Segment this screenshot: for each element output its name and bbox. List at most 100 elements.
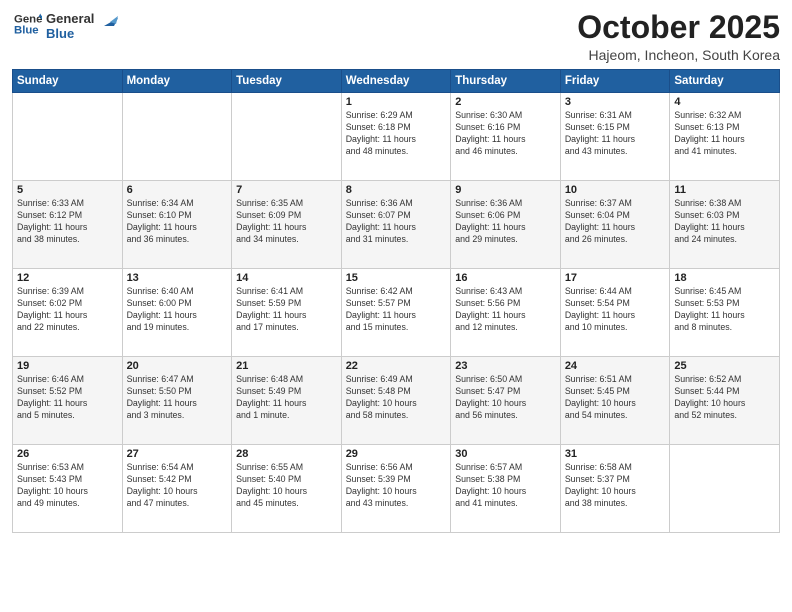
logo-general-text: General [46, 12, 94, 27]
day-cell: 12 Sunrise: 6:39 AM Sunset: 6:02 PM Dayli… [13, 269, 123, 357]
day-info: Sunrise: 6:39 AM Sunset: 6:02 PM Dayligh… [17, 286, 118, 334]
day-info: Sunrise: 6:32 AM Sunset: 6:13 PM Dayligh… [674, 110, 775, 158]
logo-icon: General Blue [14, 10, 42, 38]
day-info: Sunrise: 6:40 AM Sunset: 6:00 PM Dayligh… [127, 286, 228, 334]
day-cell [232, 93, 342, 181]
calendar-subtitle: Hajeom, Incheon, South Korea [577, 47, 780, 63]
day-cell: 13 Sunrise: 6:40 AM Sunset: 6:00 PM Dayli… [122, 269, 232, 357]
day-info: Sunrise: 6:46 AM Sunset: 5:52 PM Dayligh… [17, 374, 118, 422]
day-info: Sunrise: 6:43 AM Sunset: 5:56 PM Dayligh… [455, 286, 556, 334]
day-cell: 31 Sunrise: 6:58 AM Sunset: 5:37 PM Dayli… [560, 445, 670, 533]
day-number: 13 [127, 272, 228, 284]
day-number: 30 [455, 448, 556, 460]
day-cell: 22 Sunrise: 6:49 AM Sunset: 5:48 PM Dayli… [341, 357, 451, 445]
day-info: Sunrise: 6:33 AM Sunset: 6:12 PM Dayligh… [17, 198, 118, 246]
day-number: 24 [565, 360, 666, 372]
header-cell-friday: Friday [560, 70, 670, 93]
day-cell: 15 Sunrise: 6:42 AM Sunset: 5:57 PM Dayli… [341, 269, 451, 357]
day-cell: 21Sunrise: 6:48 AM Sunset: 5:49 PM Dayli… [232, 357, 342, 445]
day-info: Sunrise: 6:49 AM Sunset: 5:48 PM Dayligh… [346, 374, 447, 422]
header-cell-tuesday: Tuesday [232, 70, 342, 93]
day-info: Sunrise: 6:51 AM Sunset: 5:45 PM Dayligh… [565, 374, 666, 422]
day-info: Sunrise: 6:34 AM Sunset: 6:10 PM Dayligh… [127, 198, 228, 246]
day-info: Sunrise: 6:31 AM Sunset: 6:15 PM Dayligh… [565, 110, 666, 158]
day-info: Sunrise: 6:45 AM Sunset: 5:53 PM Dayligh… [674, 286, 775, 334]
day-number: 9 [455, 184, 556, 196]
day-number: 2 [455, 96, 556, 108]
day-number: 15 [346, 272, 447, 284]
day-number: 22 [346, 360, 447, 372]
day-cell: 7Sunrise: 6:35 AM Sunset: 6:09 PM Daylig… [232, 181, 342, 269]
week-row-4: 19 Sunrise: 6:46 AM Sunset: 5:52 PM Dayli… [13, 357, 780, 445]
day-info: Sunrise: 6:50 AM Sunset: 5:47 PM Dayligh… [455, 374, 556, 422]
day-cell: 11 Sunrise: 6:38 AM Sunset: 6:03 PM Dayli… [670, 181, 780, 269]
day-info: Sunrise: 6:36 AM Sunset: 6:06 PM Dayligh… [455, 198, 556, 246]
day-number: 12 [17, 272, 118, 284]
day-cell: 8Sunrise: 6:36 AM Sunset: 6:07 PM Daylig… [341, 181, 451, 269]
day-cell: 26 Sunrise: 6:53 AM Sunset: 5:43 PM Dayli… [13, 445, 123, 533]
header-cell-saturday: Saturday [670, 70, 780, 93]
day-cell: 27 Sunrise: 6:54 AM Sunset: 5:42 PM Dayli… [122, 445, 232, 533]
calendar-title: October 2025 [577, 10, 780, 45]
header-row: SundayMondayTuesdayWednesdayThursdayFrid… [13, 70, 780, 93]
day-number: 20 [127, 360, 228, 372]
day-cell [122, 93, 232, 181]
day-info: Sunrise: 6:29 AM Sunset: 6:18 PM Dayligh… [346, 110, 447, 158]
day-info: Sunrise: 6:36 AM Sunset: 6:07 PM Dayligh… [346, 198, 447, 246]
day-number: 14 [236, 272, 337, 284]
day-info: Sunrise: 6:55 AM Sunset: 5:40 PM Dayligh… [236, 462, 337, 510]
week-row-2: 5 Sunrise: 6:33 AM Sunset: 6:12 PM Daylig… [13, 181, 780, 269]
day-number: 26 [17, 448, 118, 460]
day-cell: 20Sunrise: 6:47 AM Sunset: 5:50 PM Dayli… [122, 357, 232, 445]
calendar-table: SundayMondayTuesdayWednesdayThursdayFrid… [12, 69, 780, 533]
day-info: Sunrise: 6:35 AM Sunset: 6:09 PM Dayligh… [236, 198, 337, 246]
header-cell-monday: Monday [122, 70, 232, 93]
day-number: 3 [565, 96, 666, 108]
day-cell: 1 Sunrise: 6:29 AM Sunset: 6:18 PM Daylig… [341, 93, 451, 181]
day-info: Sunrise: 6:58 AM Sunset: 5:37 PM Dayligh… [565, 462, 666, 510]
day-number: 23 [455, 360, 556, 372]
week-row-3: 12 Sunrise: 6:39 AM Sunset: 6:02 PM Dayli… [13, 269, 780, 357]
svg-text:Blue: Blue [14, 25, 39, 37]
day-number: 10 [565, 184, 666, 196]
day-number: 5 [17, 184, 118, 196]
day-cell: 3 Sunrise: 6:31 AM Sunset: 6:15 PM Daylig… [560, 93, 670, 181]
day-cell: 17 Sunrise: 6:44 AM Sunset: 5:54 PM Dayli… [560, 269, 670, 357]
day-number: 28 [236, 448, 337, 460]
day-info: Sunrise: 6:57 AM Sunset: 5:38 PM Dayligh… [455, 462, 556, 510]
day-number: 19 [17, 360, 118, 372]
week-row-5: 26 Sunrise: 6:53 AM Sunset: 5:43 PM Dayli… [13, 445, 780, 533]
header-cell-sunday: Sunday [13, 70, 123, 93]
day-number: 27 [127, 448, 228, 460]
day-info: Sunrise: 6:41 AM Sunset: 5:59 PM Dayligh… [236, 286, 337, 334]
day-cell: 2Sunrise: 6:30 AM Sunset: 6:16 PM Daylig… [451, 93, 561, 181]
header-cell-wednesday: Wednesday [341, 70, 451, 93]
day-info: Sunrise: 6:52 AM Sunset: 5:44 PM Dayligh… [674, 374, 775, 422]
day-cell: 10 Sunrise: 6:37 AM Sunset: 6:04 PM Dayli… [560, 181, 670, 269]
day-info: Sunrise: 6:37 AM Sunset: 6:04 PM Dayligh… [565, 198, 666, 246]
day-number: 29 [346, 448, 447, 460]
day-cell: 4 Sunrise: 6:32 AM Sunset: 6:13 PM Daylig… [670, 93, 780, 181]
day-number: 11 [674, 184, 775, 196]
day-cell: 28 Sunrise: 6:55 AM Sunset: 5:40 PM Dayli… [232, 445, 342, 533]
svg-text:General: General [14, 13, 42, 25]
day-number: 6 [127, 184, 228, 196]
day-cell: 29 Sunrise: 6:56 AM Sunset: 5:39 PM Dayli… [341, 445, 451, 533]
day-cell: 6 Sunrise: 6:34 AM Sunset: 6:10 PM Daylig… [122, 181, 232, 269]
day-cell: 16 Sunrise: 6:43 AM Sunset: 5:56 PM Dayli… [451, 269, 561, 357]
day-cell: 23 Sunrise: 6:50 AM Sunset: 5:47 PM Dayli… [451, 357, 561, 445]
day-info: Sunrise: 6:42 AM Sunset: 5:57 PM Dayligh… [346, 286, 447, 334]
day-info: Sunrise: 6:56 AM Sunset: 5:39 PM Dayligh… [346, 462, 447, 510]
logo-bird-icon [96, 12, 118, 34]
day-number: 17 [565, 272, 666, 284]
day-info: Sunrise: 6:38 AM Sunset: 6:03 PM Dayligh… [674, 198, 775, 246]
day-info: Sunrise: 6:44 AM Sunset: 5:54 PM Dayligh… [565, 286, 666, 334]
day-number: 4 [674, 96, 775, 108]
day-number: 25 [674, 360, 775, 372]
day-info: Sunrise: 6:53 AM Sunset: 5:43 PM Dayligh… [17, 462, 118, 510]
day-number: 31 [565, 448, 666, 460]
day-number: 1 [346, 96, 447, 108]
day-number: 16 [455, 272, 556, 284]
day-info: Sunrise: 6:54 AM Sunset: 5:42 PM Dayligh… [127, 462, 228, 510]
day-cell: 9 Sunrise: 6:36 AM Sunset: 6:06 PM Daylig… [451, 181, 561, 269]
